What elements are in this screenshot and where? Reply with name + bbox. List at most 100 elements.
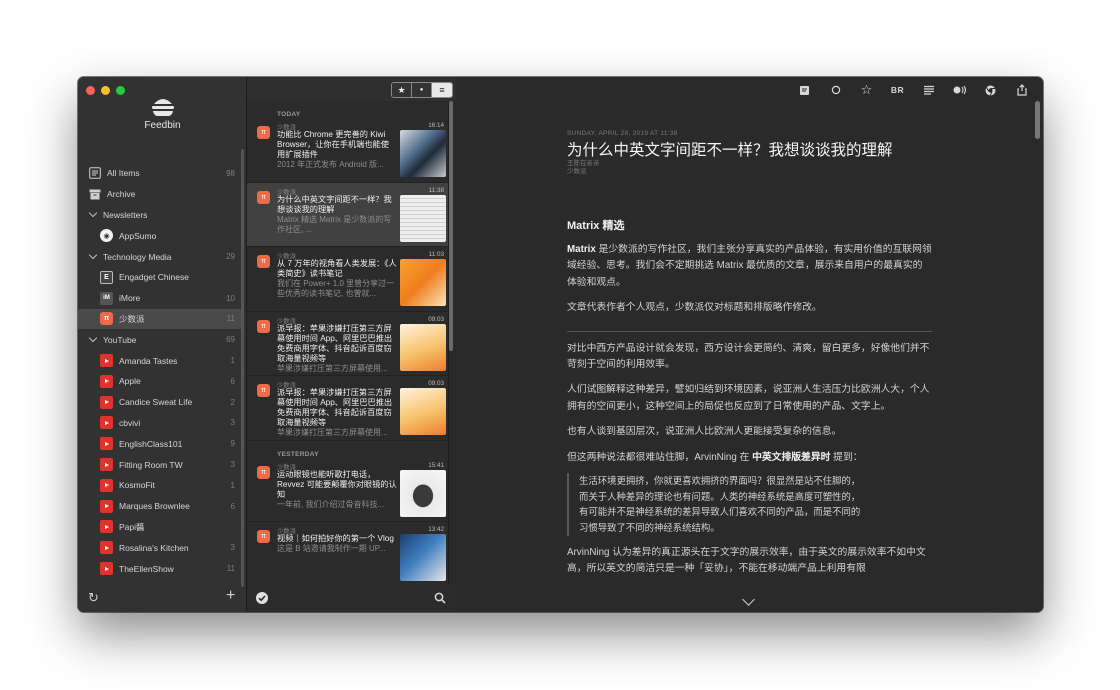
sidebar-item-theellenshow[interactable]: TheEllenShow 11 [78, 558, 241, 579]
sidebar-item-rosalina-s-kitchen[interactable]: Rosalina's Kitchen 3 [78, 537, 241, 558]
entry-title: 功能比 Chrome 更完善的 Kiwi Browser，让你在手机端也能使用扩… [277, 130, 389, 159]
sidebar-item-cbvivi[interactable]: cbvivi 3 [78, 413, 241, 434]
sidebar-item-amanda-tastes[interactable]: Amanda Tastes 1 [78, 350, 241, 371]
entry-list: TODAY π 少数派 16:14 功能比 Chrome 更完善的 Kiwi Brows… [247, 101, 449, 584]
article-paragraph: 文章代表作者个人观点，少数派仅对标题和排版略作修改。 [567, 302, 822, 314]
sidebar-item-imore[interactable]: iM iMore 10 [78, 288, 241, 309]
add-feed-icon[interactable]: + [226, 587, 235, 605]
feed-list: All Items 98 Archive Newsletters ◉ AppSumo Tec… [78, 163, 241, 579]
refresh-icon[interactable]: ↻ [88, 590, 99, 606]
article-paragraph: Matrix 是少数派的写作社区，我们主张分享真实的产品体验，有实用价值的互联网… [567, 244, 932, 288]
youtube-icon [100, 437, 113, 451]
sidebar-item-label: AppSumo [119, 230, 157, 241]
unread-count: 6 [230, 376, 235, 386]
star-icon[interactable]: ☆ [851, 81, 882, 99]
list-icon[interactable] [913, 81, 944, 99]
close-window-button[interactable] [86, 86, 95, 95]
sidebar-item-all-items[interactable]: All Items 98 [78, 163, 241, 184]
article-reader: ☆ BR SUNDAY, APRIL 28, 2019 AT 11:38 为什么… [456, 77, 1043, 612]
sidebar-item-label: Engadget Chinese [119, 272, 189, 283]
sidebar-item-papi[interactable]: Papi醬 [78, 517, 241, 538]
sspai-icon: π [257, 190, 270, 204]
folder-youtube[interactable]: YouTube 69 [78, 329, 241, 350]
quote-line: 习惯导致了不同的神经系统结构。 [579, 522, 720, 534]
article-paragraph: 人们试图解释这种差异，譬如归结到环境因素，说亚洲人生活压力比欧洲人大，个人拥有的… [567, 384, 930, 412]
unread-count: 29 [226, 252, 235, 262]
youtube-icon [100, 541, 113, 555]
filter-all-button[interactable]: ≡ [432, 83, 452, 97]
unread-count: 3 [230, 543, 235, 553]
entry-summary: 苹果涉嫌打压第三方屏幕使用... [277, 363, 388, 373]
article-paragraph: ArvinNing 认为差异的真正源头在于文字的展示效率，由于英文的展示效率不如… [567, 546, 926, 575]
entry-list-item[interactable]: π 少数派 13:42 视频｜如何拍好你的第一个 Vlog 这是 B 站邀请我制作一期 … [247, 522, 448, 584]
sspai-icon: π [257, 384, 270, 397]
unread-circle-icon[interactable] [820, 81, 851, 99]
folder-technology-media[interactable]: Technology Media 29 [78, 246, 241, 267]
entry-thumbnail [400, 259, 446, 306]
sidebar-item-engadget-chinese[interactable]: E Engadget Chinese [78, 267, 241, 288]
list-toolbar: ★ ● ≡ ✕ [247, 77, 472, 101]
filter-starred-button[interactable]: ★ [392, 83, 412, 97]
note-icon[interactable] [789, 81, 820, 99]
sidebar-item-englishclass101[interactable]: EnglishClass101 9 [78, 433, 241, 454]
search-icon[interactable] [434, 592, 446, 604]
section-header: TODAY [277, 111, 301, 118]
article-source[interactable]: 少数派 [567, 168, 932, 176]
entry-title: 运动眼镜也能听歌打电话，Revvez 可能要颠覆你对眼镜的认知 [277, 469, 397, 499]
window-controls [86, 86, 125, 95]
sidebar-item-apple[interactable]: Apple 6 [78, 371, 241, 392]
entry-list-item[interactable]: π 少数派 09:03 派早报：苹果涉嫌打压第三方屏幕使用时间 App、阿里巴巴推出免… [247, 376, 448, 441]
entry-summary: 苹果涉嫌打压第三方屏幕使用... [277, 428, 388, 437]
sidebar-item-label: 少数派 [119, 313, 145, 324]
sidebar-item-kosmofit[interactable]: KosmoFit 1 [78, 475, 241, 496]
youtube-icon [100, 499, 113, 513]
entry-source: 少数派 [277, 188, 296, 196]
entry-list-item[interactable]: π 少数派 09:03 派早报：苹果涉嫌打压第三方屏幕使用时间 App、阿里巴巴推出免… [247, 312, 448, 376]
entry-list-item[interactable]: π 少数派 15:41 运动眼镜也能听歌打电话，Revvez 可能要颠覆你对眼镜的认知… [247, 458, 448, 522]
audio-icon[interactable] [944, 81, 975, 99]
folder-newsletters[interactable]: Newsletters [78, 205, 241, 226]
share-icon[interactable] [1006, 81, 1037, 99]
zoom-window-button[interactable] [116, 86, 125, 95]
article-paragraph: 也有人谈到基因层次，说亚洲人比欧洲人更能接受复杂的信息。 [567, 426, 842, 438]
all-items-icon [88, 167, 101, 180]
entry-list-item[interactable]: π 少数派 11:38 为什么中英文字间距不一样？我想谈谈我的理解 Matrix 精选 … [247, 182, 448, 247]
sidebar-item-appsumo[interactable]: ◉ AppSumo [78, 225, 241, 246]
unread-count: 98 [226, 168, 235, 178]
article-link[interactable]: 中英文排版差异时 [752, 452, 830, 463]
entry-time: 11:03 [428, 251, 444, 258]
sidebar-item-label: Apple [119, 376, 141, 387]
mark-all-read-icon[interactable] [255, 591, 269, 605]
minimize-window-button[interactable] [101, 86, 110, 95]
blockquote: 生活环境更拥挤，你就更喜欢拥挤的界面吗？很显然是站不住脚的， 而关于人种差异的理… [567, 473, 932, 536]
sidebar: Feedbin All Items 98 Archive Newsletters ◉ Ap… [78, 77, 247, 612]
filter-unread-button[interactable]: ● [412, 83, 432, 97]
entry-summary: 这是 B 站邀请我制作一期 UP... [277, 544, 386, 553]
entry-title: 视频｜如何拍好你的第一个 Vlog [277, 534, 394, 543]
reader-scrollbar[interactable] [1035, 101, 1040, 139]
entry-list-footer [247, 584, 457, 612]
entry-list-item[interactable]: π 少数派 11:03 从 7 万年的视角看人类发展：《人类简史》读书笔记 我们在 Po… [247, 247, 448, 312]
sidebar-scrollbar[interactable] [241, 149, 244, 587]
sidebar-item-fitting-room-tw[interactable]: Fitting Room TW 3 [78, 454, 241, 475]
sspai-icon: π [257, 319, 270, 333]
youtube-icon [100, 520, 113, 534]
article-heading: Matrix 精选 [567, 220, 625, 232]
article-author: 王陈在亲亲 [567, 160, 600, 167]
entry-thumbnail [400, 323, 446, 371]
sidebar-item-label: KosmoFit [119, 480, 155, 491]
unread-count: 69 [226, 335, 235, 345]
entry-thumbnail [400, 130, 446, 177]
bionic-reading-button[interactable]: BR [882, 81, 913, 99]
sidebar-item-label: iMore [119, 293, 141, 304]
youtube-icon [100, 374, 113, 388]
entry-list-item[interactable]: π 少数派 16:14 功能比 Chrome 更完善的 Kiwi Browser，让你… [247, 118, 448, 183]
sidebar-item-marques-brownlee[interactable]: Marques Brownlee 6 [78, 496, 241, 517]
sidebar-item-item-7[interactable]: π 少数派 11 [78, 308, 241, 330]
entry-list-scrollbar[interactable] [449, 101, 453, 351]
chrome-icon[interactable] [975, 81, 1006, 99]
sidebar-item-candice-sweat-life[interactable]: Candice Sweat Life 2 [78, 392, 241, 413]
unread-count: 9 [230, 439, 235, 449]
sidebar-item-archive[interactable]: Archive [78, 184, 241, 205]
unread-count: 1 [230, 356, 235, 366]
